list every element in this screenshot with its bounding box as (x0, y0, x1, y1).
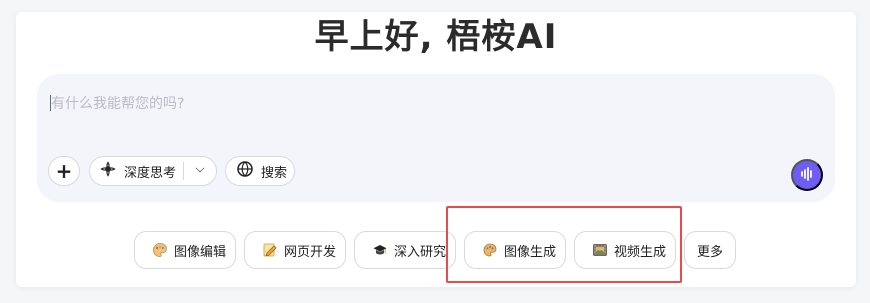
app-page: 早上好, 梧桉AI + 深度思考 (0, 0, 870, 303)
chat-composer: + 深度思考 (37, 74, 835, 202)
shortcut-label: 网页开发 (284, 244, 337, 260)
prompt-input[interactable] (51, 90, 811, 118)
image-generation-shortcut-button[interactable]: 图像生成 (464, 231, 566, 269)
assistant-home-card: 早上好, 梧桉AI + 深度思考 (16, 12, 856, 287)
graduation-cap-icon (372, 242, 388, 258)
shortcut-label: 深入研究 (394, 244, 447, 260)
film-image-icon (592, 242, 608, 258)
globe-icon (236, 160, 254, 182)
web-development-shortcut-button[interactable]: 网页开发 (244, 231, 346, 269)
search-button[interactable]: 搜索 (225, 156, 295, 186)
pencil-note-icon (262, 242, 278, 258)
chevron-down-icon[interactable] (195, 163, 205, 173)
paint-palette-icon (482, 242, 498, 258)
shortcut-label: 更多 (696, 244, 723, 260)
voice-wave-icon (798, 165, 816, 186)
shortcut-label: 视频生成 (614, 244, 667, 260)
plus-icon: + (55, 159, 73, 183)
more-shortcuts-button[interactable]: 更多 (684, 231, 736, 269)
sparkle-icon (99, 160, 117, 182)
palette-icon (152, 242, 168, 258)
search-label: 搜索 (261, 165, 288, 181)
deep-research-shortcut-button[interactable]: 深入研究 (354, 231, 456, 269)
deep-think-label: 深度思考 (124, 165, 177, 181)
shortcut-label: 图像生成 (504, 244, 557, 260)
button-divider (183, 162, 184, 180)
image-edit-shortcut-button[interactable]: 图像编辑 (134, 231, 236, 269)
video-generation-shortcut-button[interactable]: 视频生成 (574, 231, 676, 269)
voice-input-button[interactable] (791, 159, 823, 191)
page-title: 早上好, 梧桉AI (314, 17, 558, 57)
shortcut-label: 图像编辑 (174, 244, 227, 260)
deep-think-button[interactable]: 深度思考 (89, 156, 217, 186)
add-attachment-button[interactable]: + (48, 156, 80, 186)
